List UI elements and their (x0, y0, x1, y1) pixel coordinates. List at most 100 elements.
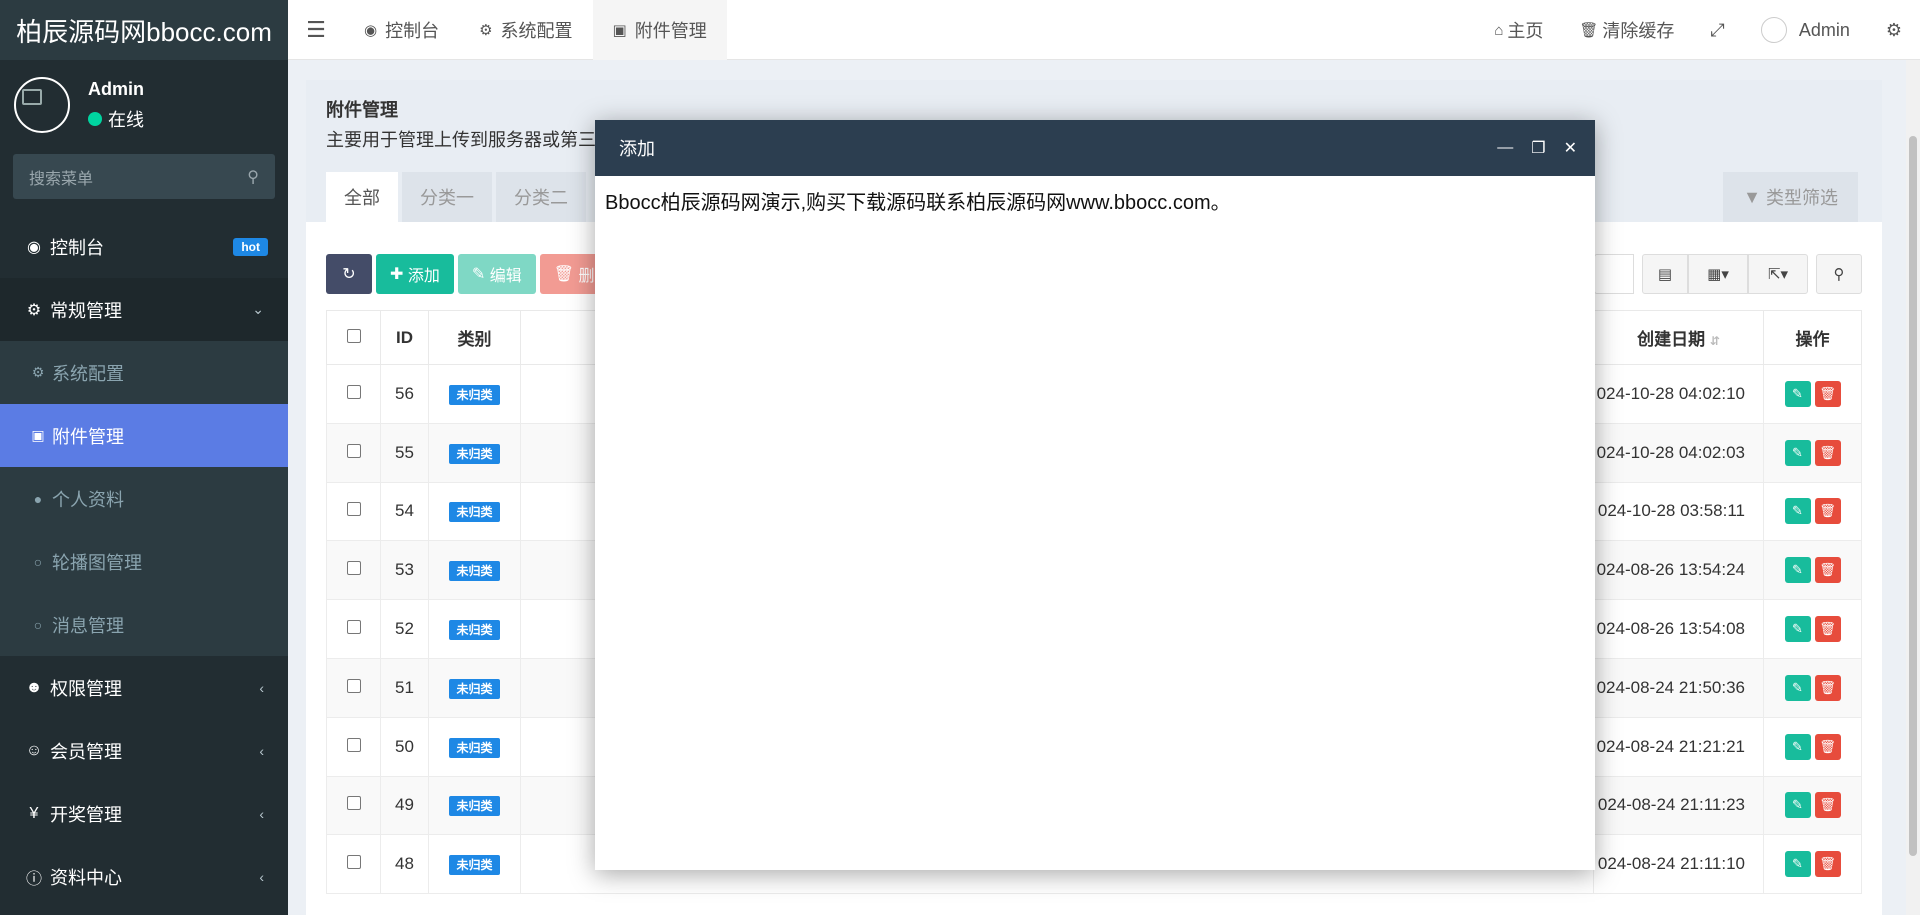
export-dropdown[interactable]: ⇱▾ (1748, 254, 1808, 294)
settings-cogs-icon[interactable]: ⚙ (1868, 20, 1920, 41)
trash-icon: 🗑 (553, 266, 579, 283)
sidebar-item-lottery[interactable]: ¥ 开奖管理 ‹ (0, 782, 288, 845)
row-delete-button[interactable]: 🗑 (1814, 498, 1841, 525)
refresh-button[interactable]: ↻ (326, 254, 372, 294)
row-edit-button[interactable]: ✎ (1784, 380, 1811, 407)
fullscreen-icon[interactable]: ⤢ (1692, 20, 1742, 41)
sidebar-item-dashboard[interactable]: ◉ 控制台 hot (0, 215, 288, 278)
yen-icon: ¥ (29, 804, 39, 822)
row-delete-button[interactable]: 🗑 (1814, 439, 1841, 466)
tab-label: 附件管理 (634, 20, 707, 41)
app-logo[interactable]: 柏辰源码网bbocc.com (0, 0, 288, 60)
sidebar-item-system-config[interactable]: ⚙ 系统配置 (0, 341, 288, 404)
row-select-cell[interactable] (326, 599, 381, 659)
row-delete-button[interactable]: 🗑 (1814, 733, 1841, 760)
row-checkbox[interactable] (346, 855, 361, 870)
sidebar-item-attachments[interactable]: ▣ 附件管理 (0, 404, 288, 467)
row-checkbox[interactable] (346, 561, 361, 576)
page-scrollbar[interactable] (1906, 60, 1920, 915)
row-select-cell[interactable] (326, 422, 381, 483)
home-link[interactable]: ⌂ 主页 (1476, 17, 1561, 43)
sidebar-item-resources[interactable]: ⓘ 资料中心 ‹ (0, 845, 288, 908)
search-icon[interactable]: ⚲ (1816, 254, 1862, 294)
row-select-cell[interactable] (326, 657, 381, 718)
tab-attachments[interactable]: ▣ 附件管理 (592, 0, 727, 60)
columns-dropdown[interactable]: ▦▾ (1688, 254, 1748, 294)
row-edit-button[interactable]: ✎ (1784, 616, 1811, 643)
row-edit-button[interactable]: ✎ (1784, 498, 1811, 525)
row-edit-button[interactable]: ✎ (1784, 439, 1811, 466)
row-checkbox[interactable] (346, 678, 361, 693)
dashboard-icon: ◉ (27, 238, 41, 256)
scrollbar-thumb[interactable] (1909, 136, 1917, 856)
trash-icon: 🗑 (1579, 22, 1599, 39)
row-delete-button[interactable]: 🗑 (1814, 674, 1841, 701)
column-header-id[interactable]: ID (380, 310, 429, 365)
row-select-cell[interactable] (326, 481, 381, 542)
row-created: 024-08-24 21:11:10 (1593, 834, 1764, 895)
created-header-label: 创建日期 (1637, 330, 1706, 349)
add-button[interactable]: ✚ 添加 (376, 254, 454, 294)
sidebar-item-general[interactable]: ⚙ 常规管理 ⌄ (0, 278, 288, 341)
row-delete-button[interactable]: 🗑 (1814, 792, 1841, 819)
row-checkbox[interactable] (346, 620, 361, 635)
category-badge: 未归类 (449, 502, 500, 523)
maximize-icon[interactable]: ❐ (1531, 138, 1545, 158)
row-checkbox[interactable] (346, 384, 361, 399)
select-all-checkbox[interactable] (346, 328, 361, 343)
row-edit-button[interactable]: ✎ (1784, 557, 1811, 584)
row-id: 51 (380, 657, 429, 718)
sidebar-item-members[interactable]: ☺ 会员管理 ‹ (0, 719, 288, 782)
pencil-icon: ✎ (471, 266, 490, 283)
column-header-created[interactable]: 创建日期 ⇵ (1593, 310, 1764, 365)
row-select-cell[interactable] (326, 834, 381, 895)
row-category-cell: 未归类 (428, 364, 521, 424)
row-id: 56 (380, 364, 429, 424)
user-panel: Admin 在线 (0, 60, 288, 150)
tab-all[interactable]: 全部 (326, 172, 398, 222)
type-filter-button[interactable]: ▼ 类型筛选 (1723, 172, 1858, 222)
row-id: 54 (380, 481, 429, 542)
row-select-cell[interactable] (326, 716, 381, 777)
row-delete-button[interactable]: 🗑 (1814, 851, 1841, 878)
tab-category-2[interactable]: 分类二 (496, 172, 586, 222)
category-badge: 未归类 (449, 737, 500, 758)
sidebar-item-carousel[interactable]: ○ 轮播图管理 (0, 530, 288, 593)
clear-cache-button[interactable]: 🗑 清除缓存 (1561, 17, 1692, 43)
tab-category-1[interactable]: 分类一 (402, 172, 492, 222)
sidebar-item-permissions[interactable]: ☻ 权限管理 ‹ (0, 656, 288, 719)
sidebar-item-profile[interactable]: ● 个人资料 (0, 467, 288, 530)
row-edit-button[interactable]: ✎ (1784, 674, 1811, 701)
row-select-cell[interactable] (326, 364, 381, 424)
menu-toggle-icon[interactable]: ☰ (288, 17, 344, 43)
row-select-cell[interactable] (326, 540, 381, 601)
admin-menu[interactable]: Admin (1743, 17, 1868, 43)
edit-button[interactable]: ✎ 编辑 (457, 254, 536, 294)
select-all-header[interactable] (326, 310, 381, 365)
row-edit-button[interactable]: ✎ (1784, 733, 1811, 760)
sidebar-item-messages[interactable]: ○ 消息管理 (0, 593, 288, 656)
tab-system-config[interactable]: ⚙ 系统配置 (459, 0, 592, 60)
minimize-icon[interactable]: — (1497, 139, 1513, 157)
row-delete-button[interactable]: 🗑 (1814, 616, 1841, 643)
menu-search-input[interactable]: 搜索菜单 ⚲ (13, 154, 275, 199)
row-delete-button[interactable]: 🗑 (1814, 557, 1841, 584)
row-category-cell: 未归类 (428, 834, 521, 895)
row-select-cell[interactable] (326, 775, 381, 836)
table-search-input[interactable] (1594, 254, 1634, 294)
row-edit-button[interactable]: ✎ (1784, 851, 1811, 878)
dashboard-icon: ◉ (364, 21, 378, 39)
row-checkbox[interactable] (346, 443, 361, 458)
row-edit-button[interactable]: ✎ (1784, 792, 1811, 819)
user-name: Admin (88, 78, 144, 99)
tab-dashboard[interactable]: ◉ 控制台 (344, 0, 459, 60)
close-icon[interactable]: ✕ (1564, 138, 1577, 158)
row-checkbox[interactable] (346, 796, 361, 811)
grid-icon: ▦▾ (1707, 266, 1729, 283)
row-checkbox[interactable] (346, 737, 361, 752)
row-id: 49 (380, 775, 429, 836)
toggle-view-icon[interactable]: ▤ (1642, 254, 1688, 294)
row-checkbox[interactable] (346, 502, 361, 517)
column-header-category[interactable]: 类别 (428, 310, 521, 365)
row-delete-button[interactable]: 🗑 (1814, 380, 1841, 407)
